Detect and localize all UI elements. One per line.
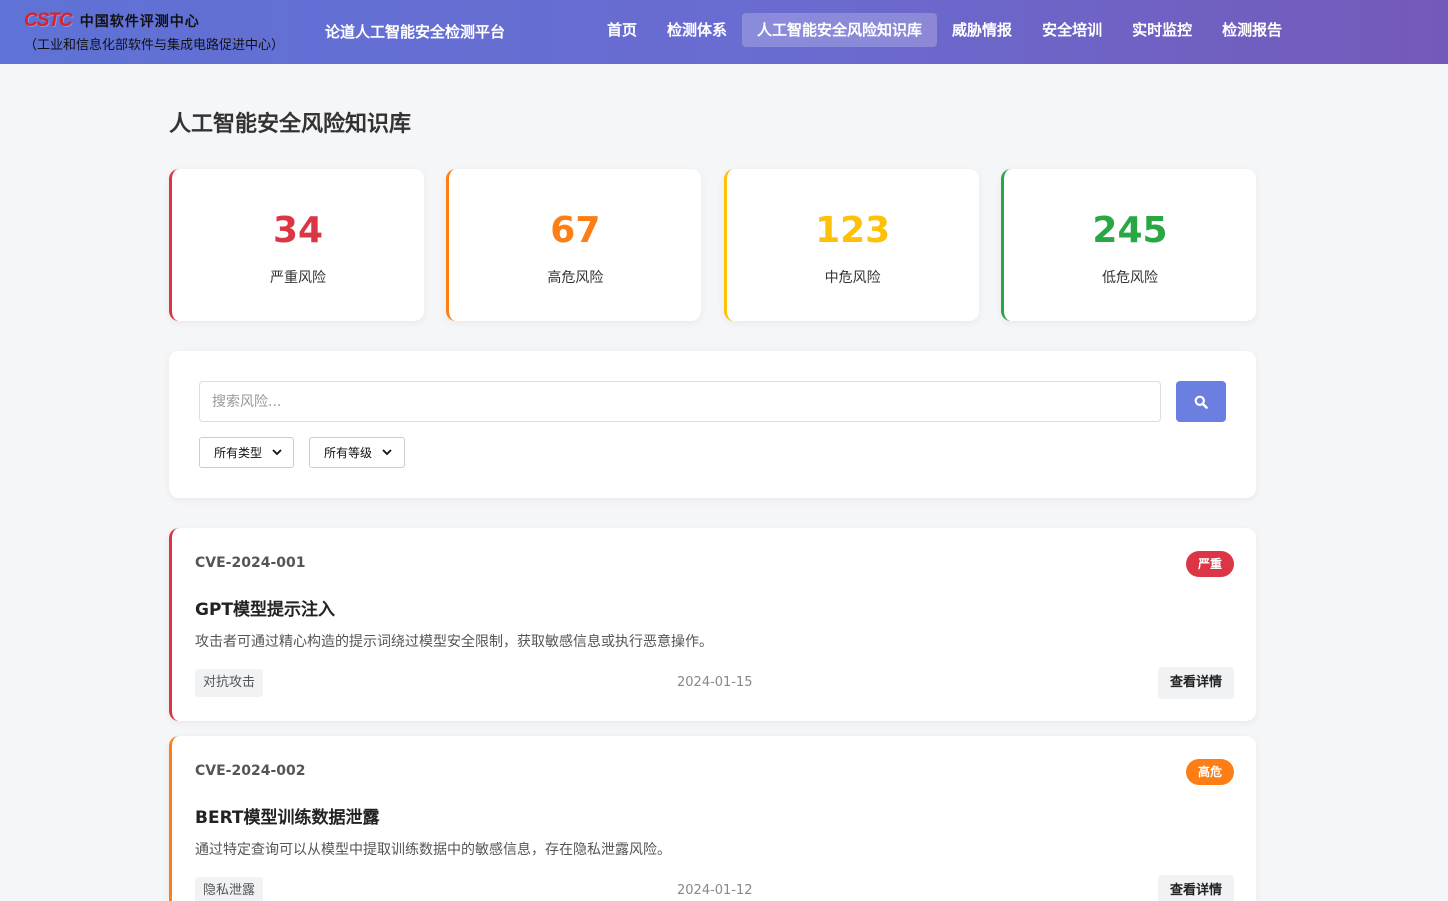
- risk-card: CVE-2024-001 严重 GPT模型提示注入 攻击者可通过精心构造的提示词…: [169, 528, 1256, 721]
- risk-description: 攻击者可通过精心构造的提示词绕过模型安全限制，获取敏感信息或执行恶意操作。: [195, 634, 713, 650]
- stat-value: 67: [550, 210, 601, 251]
- platform-title: 论道人工智能安全检测平台: [325, 23, 506, 41]
- stat-value: 123: [815, 210, 891, 251]
- view-details-button[interactable]: 查看详情: [1157, 875, 1234, 901]
- search-button[interactable]: [1176, 381, 1226, 422]
- stat-card-high: 67 高危风险: [446, 169, 702, 321]
- cstc-logo[interactable]: CSTC 中国软件评测中心 （工业和信息化部软件与集成电路促进中心）: [24, 10, 314, 54]
- risk-category-tag: 对抗攻击: [195, 669, 264, 697]
- risk-title: GPT模型提示注入: [195, 600, 336, 620]
- top-navbar: CSTC 中国软件评测中心 （工业和信息化部软件与集成电路促进中心） 论道人工智…: [0, 0, 1448, 64]
- stat-label: 中危风险: [824, 270, 881, 286]
- risk-date: 2024-01-15: [677, 675, 753, 690]
- search-input[interactable]: [199, 381, 1161, 422]
- risk-category-tag: 隐私泄露: [195, 877, 264, 901]
- risk-id: CVE-2024-001: [195, 555, 306, 571]
- chevron-down-icon: [272, 449, 282, 456]
- nav-threat-intel[interactable]: 威胁情报: [937, 13, 1027, 47]
- stat-label: 低危风险: [1101, 270, 1158, 286]
- nav-realtime-monitor[interactable]: 实时监控: [1117, 13, 1207, 47]
- level-filter-value: 所有等级: [324, 446, 373, 460]
- risk-date: 2024-01-12: [677, 883, 753, 898]
- search-panel: 所有类型 所有等级: [169, 351, 1256, 498]
- search-icon: [1194, 395, 1208, 409]
- main-nav: 首页 检测体系 人工智能安全风险知识库 威胁情报 安全培训 实时监控 检测报告: [592, 13, 1297, 47]
- page-title: 人工智能安全风险知识库: [169, 112, 412, 137]
- stat-value: 245: [1092, 210, 1168, 251]
- nav-risk-knowledge-base[interactable]: 人工智能安全风险知识库: [742, 13, 938, 47]
- stat-card-critical: 34 严重风险: [169, 169, 424, 321]
- type-filter-value: 所有类型: [214, 446, 263, 460]
- stat-card-medium: 123 中危风险: [723, 169, 979, 321]
- stat-label: 高危风险: [547, 270, 604, 286]
- chevron-down-icon: [382, 449, 392, 456]
- stat-label: 严重风险: [270, 270, 326, 286]
- view-details-button[interactable]: 查看详情: [1157, 667, 1234, 699]
- logo-org-name: 中国软件评测中心: [79, 14, 200, 30]
- risk-card: CVE-2024-002 高危 BERT模型训练数据泄露 通过特定查询可以从模型…: [169, 736, 1256, 901]
- risk-stats: 34 严重风险 67 高危风险 123 中危风险 245 低危风险: [169, 169, 1256, 321]
- severity-badge: 高危: [1185, 759, 1234, 785]
- type-filter-select[interactable]: 所有类型: [199, 437, 294, 468]
- logo-org-subtitle: （工业和信息化部软件与集成电路促进中心）: [24, 38, 285, 53]
- risk-id: CVE-2024-002: [195, 763, 306, 779]
- stat-value: 34: [272, 210, 324, 251]
- stat-card-low: 245 低危风险: [1000, 169, 1256, 321]
- risk-description: 通过特定查询可以从模型中提取训练数据中的敏感信息，存在隐私泄露风险。: [195, 842, 671, 858]
- nav-detection-system[interactable]: 检测体系: [652, 13, 742, 47]
- nav-home[interactable]: 首页: [592, 13, 652, 47]
- logo-mark: CSTC: [24, 10, 73, 31]
- level-filter-select[interactable]: 所有等级: [309, 437, 405, 468]
- nav-detection-report[interactable]: 检测报告: [1207, 13, 1297, 47]
- risk-title: BERT模型训练数据泄露: [195, 808, 380, 828]
- severity-badge: 严重: [1185, 551, 1234, 577]
- nav-security-training[interactable]: 安全培训: [1027, 13, 1117, 47]
